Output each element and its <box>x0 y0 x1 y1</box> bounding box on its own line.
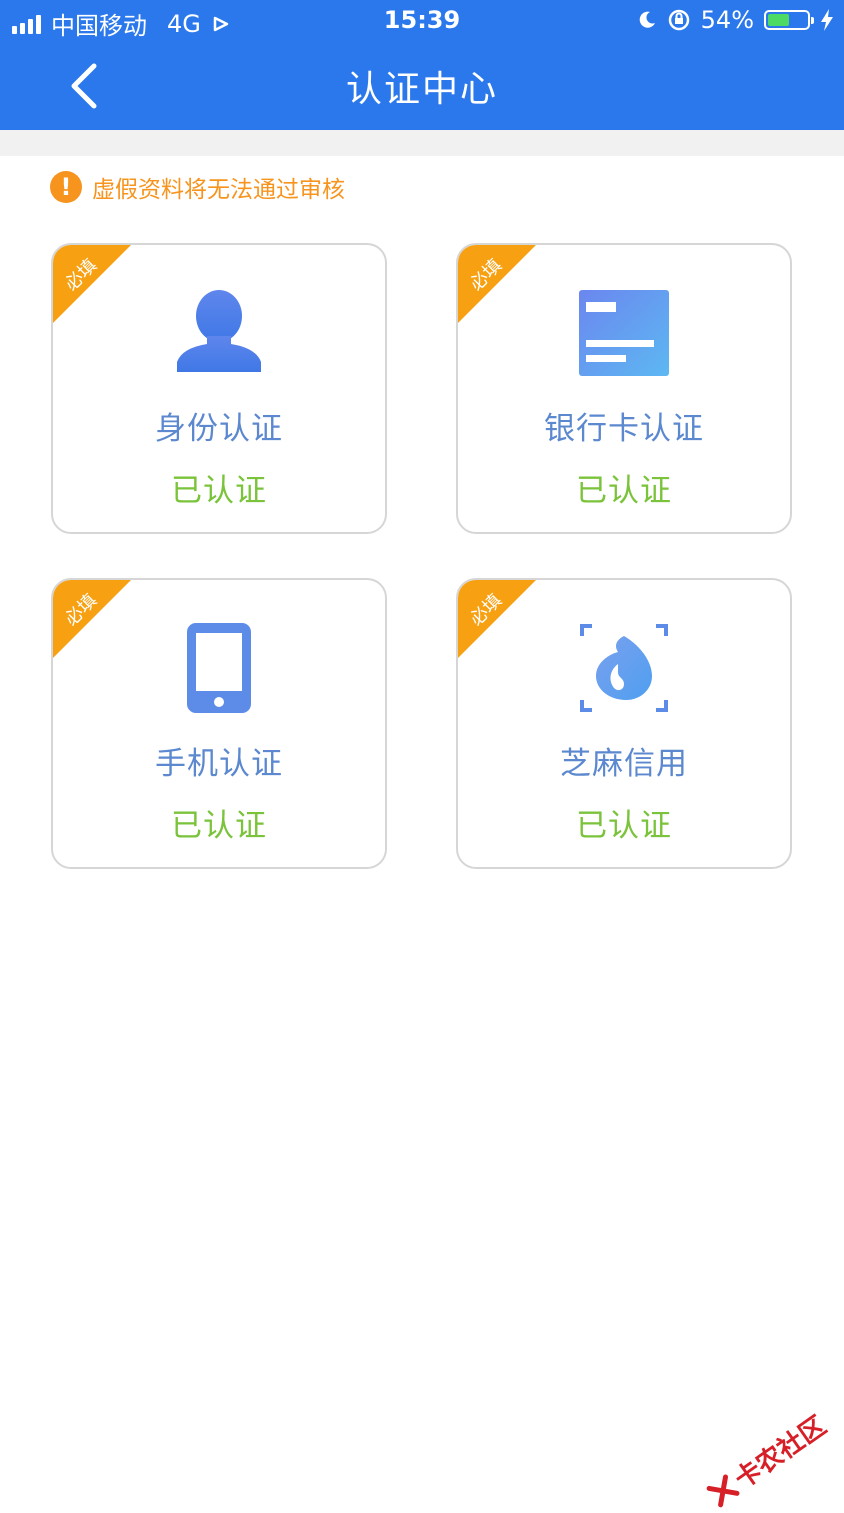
battery-percent: 54% <box>700 6 754 34</box>
watermark: 卡农社区 <box>701 1406 832 1513</box>
card-name: 银行卡认证 <box>544 411 704 447</box>
notice: ! 虚假资料将无法通过审核 <box>50 170 345 204</box>
exclamation-icon: ! <box>50 171 82 203</box>
sesame-credit-icon <box>580 624 668 712</box>
moon-icon <box>639 11 655 28</box>
card-name: 身份认证 <box>155 411 283 447</box>
status-bar: 中国移动 4G 15:39 54% <box>0 0 844 42</box>
watermark-text: 卡农社区 <box>729 1410 832 1496</box>
notice-text: 虚假资料将无法通过审核 <box>92 177 345 203</box>
phone-icon <box>187 623 251 713</box>
charging-bolt-icon <box>821 9 833 31</box>
rotation-lock-icon <box>668 9 689 31</box>
card-status: 已认证 <box>576 808 672 844</box>
page-title: 认证中心 <box>345 69 498 110</box>
person-icon <box>177 290 261 372</box>
battery-icon <box>764 10 814 30</box>
sesame-credit-card[interactable]: 必填 芝麻信用 已认证 <box>456 578 792 869</box>
bank-card-icon <box>579 290 669 376</box>
top-bar: 中国移动 4G 15:39 54% 认证中心 <box>0 0 844 130</box>
card-status: 已认证 <box>171 808 267 844</box>
card-status: 已认证 <box>576 473 672 509</box>
identity-verification-card[interactable]: 必填 身份认证 已认证 <box>51 243 387 534</box>
divider-strip <box>0 130 844 156</box>
card-name: 芝麻信用 <box>560 746 688 782</box>
phone-verification-card[interactable]: 必填 手机认证 已认证 <box>51 578 387 869</box>
card-name: 手机认证 <box>155 746 283 782</box>
card-status: 已认证 <box>171 473 267 509</box>
bank-card-verification-card[interactable]: 必填 银行卡认证 已认证 <box>456 243 792 534</box>
